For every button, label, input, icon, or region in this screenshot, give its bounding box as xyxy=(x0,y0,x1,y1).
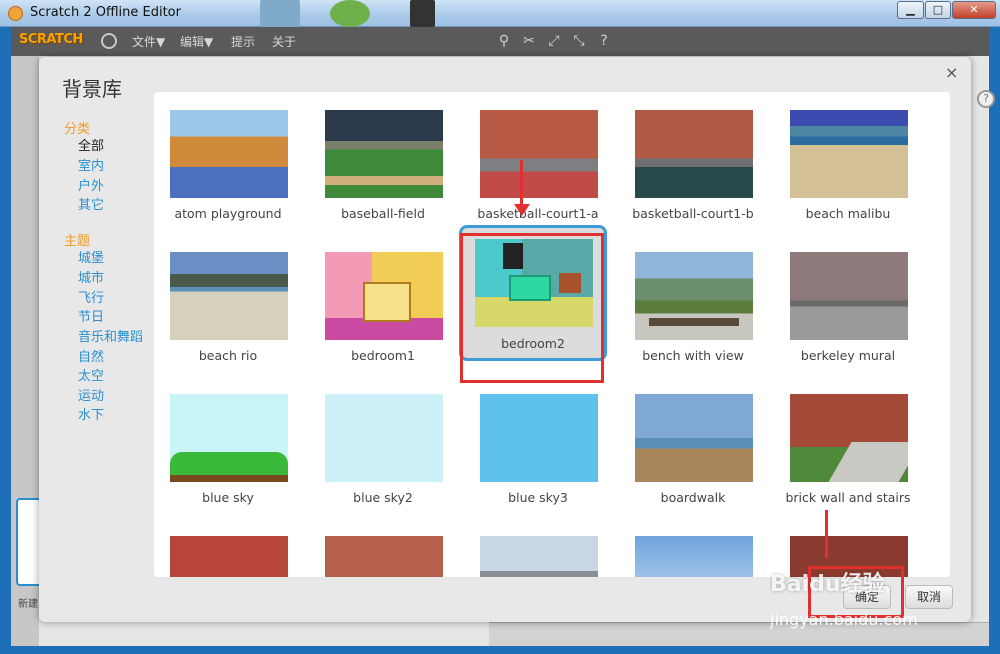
baidu-watermark-logo: Baidu经验 xyxy=(770,572,885,597)
help-question-icon[interactable]: ? xyxy=(595,32,613,50)
backdrop-name: beach rio xyxy=(198,348,258,363)
backdrop-tile[interactable]: baseball-field xyxy=(309,92,457,228)
backdrop-tile[interactable]: boardwalk xyxy=(619,376,767,512)
backdrop-thumbnail xyxy=(170,110,288,198)
backdrop-name: blue sky3 xyxy=(508,490,568,505)
backdrop-thumbnail xyxy=(480,536,598,577)
backdrop-thumbnail xyxy=(480,394,598,482)
theme-heading: 主题 xyxy=(64,234,91,249)
menu-edit[interactable]: 编辑▼ xyxy=(180,33,213,50)
backdrop-tile[interactable]: berkeley mural xyxy=(774,234,922,370)
backdrop-tile[interactable]: beach malibu xyxy=(774,92,922,228)
backdrop-thumbnail xyxy=(635,110,753,198)
theme-underwater[interactable]: 水下 xyxy=(78,408,104,424)
theme-nature[interactable]: 自然 xyxy=(78,350,104,366)
menu-file[interactable]: 文件▼ xyxy=(132,33,165,50)
theme-city[interactable]: 城市 xyxy=(78,271,104,287)
backdrop-thumbnail xyxy=(635,252,753,340)
backdrop-thumbnail xyxy=(635,536,753,577)
backdrop-tile[interactable]: brick wall and stairs xyxy=(774,376,922,512)
backdrop-tile[interactable]: blue sky xyxy=(154,376,302,512)
backdrop-name: beach malibu xyxy=(805,206,891,221)
backdrop-name: basketball-court1-a xyxy=(477,206,599,221)
theme-castle[interactable]: 城堡 xyxy=(78,251,104,267)
annotation-arrow-ok xyxy=(825,510,828,558)
scratch-menubar: SCRATCH 文件▼ 编辑▼ 提示 关于 ⚲ ✂ ⤢ ⤡ ? xyxy=(11,27,989,56)
theme-holiday[interactable]: 节日 xyxy=(78,310,104,326)
backdrop-tile[interactable] xyxy=(619,518,767,577)
theme-sports[interactable]: 运动 xyxy=(78,389,104,405)
backdrop-tile[interactable] xyxy=(464,518,612,577)
category-outdoors[interactable]: 户外 xyxy=(78,179,104,195)
backdrop-tile[interactable] xyxy=(309,518,457,577)
backdrop-thumbnail xyxy=(480,110,598,198)
backdrop-tile[interactable]: atom playground xyxy=(154,92,302,228)
cancel-button[interactable]: 取消 xyxy=(905,585,953,609)
backdrop-name: blue sky2 xyxy=(353,490,413,505)
cut-icon[interactable]: ✂ xyxy=(520,32,538,50)
category-indoors[interactable]: 室内 xyxy=(78,159,104,175)
backdrop-tile[interactable]: basketball-court1-b xyxy=(619,92,767,228)
backdrop-thumbnail xyxy=(170,394,288,482)
window-title-bar: Scratch 2 Offline Editor ▁ □ ✕ xyxy=(0,0,1000,27)
backdrop-thumbnail xyxy=(325,394,443,482)
backdrop-tile[interactable]: beach rio xyxy=(154,234,302,370)
help-circle-icon[interactable]: ? xyxy=(977,90,995,108)
selection-highlight-box xyxy=(460,233,604,383)
backdrop-name: baseball-field xyxy=(341,206,425,221)
minimize-button[interactable]: ▁ xyxy=(897,1,924,19)
theme-space[interactable]: 太空 xyxy=(78,369,104,385)
backdrop-thumbnail xyxy=(325,110,443,198)
scratch-logo: SCRATCH xyxy=(19,32,83,47)
backdrop-name: blue sky xyxy=(202,490,254,505)
menu-tips[interactable]: 提示 xyxy=(231,33,255,50)
backdrop-tile[interactable]: basketball-court1-a xyxy=(464,92,612,228)
menu-about[interactable]: 关于 xyxy=(272,33,296,50)
scratch-app-icon xyxy=(8,6,23,21)
backdrop-tile[interactable]: bedroom1 xyxy=(309,234,457,370)
theme-flying[interactable]: 飞行 xyxy=(78,291,104,307)
backdrop-thumbnail xyxy=(790,394,908,482)
backdrop-tile[interactable] xyxy=(154,518,302,577)
backdrop-thumbnail xyxy=(790,252,908,340)
backdrop-thumbnail xyxy=(635,394,753,482)
backdrop-thumbnail xyxy=(170,252,288,340)
backdrop-thumbnail xyxy=(325,252,443,340)
watermark-url: jingyan.baidu.com xyxy=(770,610,918,629)
backdrop-name: brick wall and stairs xyxy=(785,490,911,505)
backdrop-name: bedroom1 xyxy=(351,348,415,363)
backdrop-tile[interactable]: bench with view xyxy=(619,234,767,370)
backdrop-name: basketball-court1-b xyxy=(632,206,754,221)
grow-icon[interactable]: ⤢ xyxy=(545,32,563,50)
backdrop-name: atom playground xyxy=(174,206,282,221)
close-window-button[interactable]: ✕ xyxy=(952,1,996,19)
backdrop-tile[interactable]: blue sky2 xyxy=(309,376,457,512)
backdrop-thumbnail xyxy=(790,110,908,198)
category-other[interactable]: 其它 xyxy=(78,198,104,214)
backdrop-name: boardwalk xyxy=(660,490,726,505)
dialog-title: 背景库 xyxy=(62,77,122,101)
annotation-arrowhead-icon xyxy=(514,204,530,216)
backdrop-thumbnail xyxy=(170,536,288,577)
backdrop-tile[interactable]: blue sky3 xyxy=(464,376,612,512)
dialog-close-icon[interactable]: × xyxy=(945,63,958,82)
new-backdrop-label: 新建 xyxy=(18,599,38,610)
theme-music-dance[interactable]: 音乐和舞蹈 xyxy=(78,330,143,346)
category-heading: 分类 xyxy=(64,122,91,137)
maximize-button[interactable]: □ xyxy=(925,1,951,19)
desktop-background-strip xyxy=(250,0,460,27)
backdrop-name: bench with view xyxy=(642,348,744,363)
shrink-icon[interactable]: ⤡ xyxy=(570,32,588,50)
language-globe-icon[interactable] xyxy=(101,33,117,49)
category-all[interactable]: 全部 xyxy=(78,139,104,155)
backdrop-thumbnail xyxy=(325,536,443,577)
annotation-arrow-down xyxy=(520,160,523,208)
backdrop-name: berkeley mural xyxy=(800,348,896,363)
duplicate-stamp-icon[interactable]: ⚲ xyxy=(495,32,513,50)
window-title: Scratch 2 Offline Editor xyxy=(30,5,181,20)
